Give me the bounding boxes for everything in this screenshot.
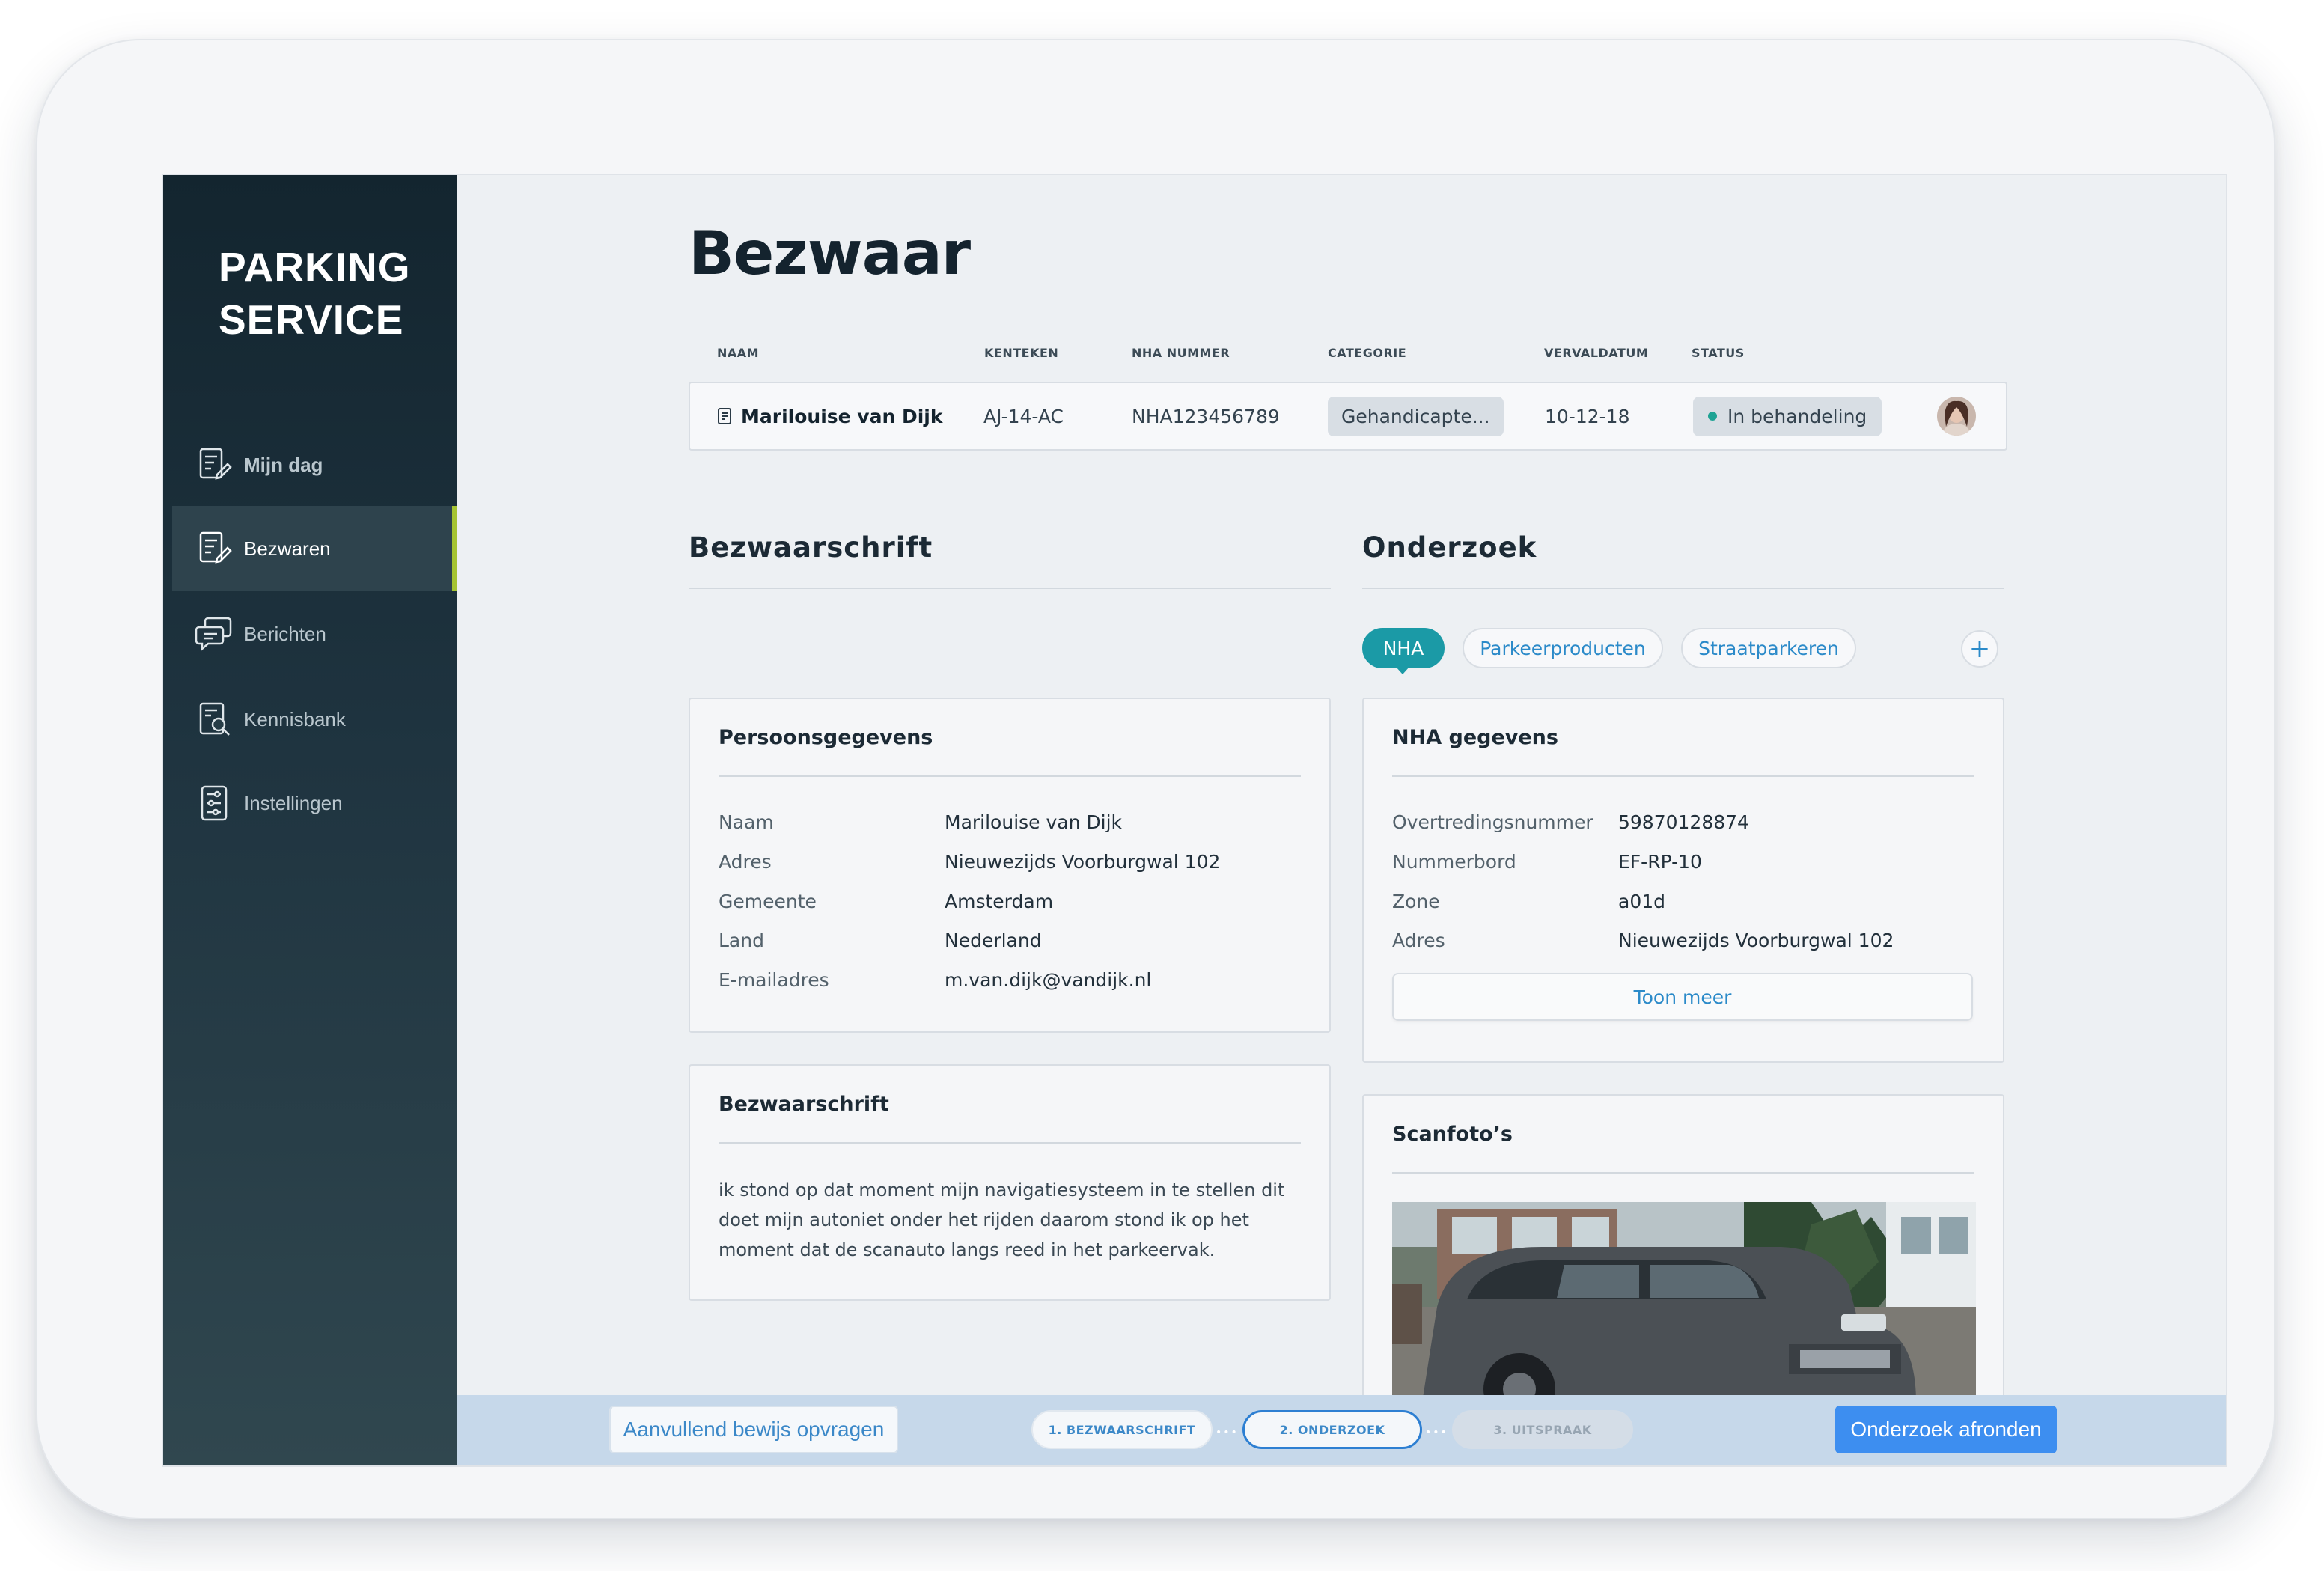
add-tab-button[interactable]: +: [1961, 630, 1998, 668]
brand-line-2: SERVICE: [219, 296, 404, 343]
step-connector: •••: [1425, 1427, 1448, 1439]
column-header-categorie: CATEGORIE: [1328, 346, 1407, 360]
bezwaarschrift-card: Bezwaarschrift ik stond op dat moment mi…: [689, 1064, 1331, 1301]
sliders-icon: [195, 783, 235, 823]
section-title-onderzoek: Onderzoek: [1362, 531, 1537, 564]
sidebar-item-label: Bezwaren: [244, 537, 331, 560]
document-icon: [717, 407, 732, 425]
avatar[interactable]: [1937, 397, 1976, 436]
field-value: 59870128874: [1618, 811, 1749, 833]
aanvullend-bewijs-button[interactable]: Aanvullend bewijs opvragen: [609, 1406, 898, 1453]
sidebar-item-instellingen[interactable]: Instellingen: [172, 760, 457, 846]
status-dot-icon: [1708, 412, 1717, 421]
toon-meer-button[interactable]: Toon meer: [1392, 973, 1973, 1021]
row-nha-nummer: NHA123456789: [1132, 405, 1280, 427]
card-divider: [1392, 775, 1974, 777]
bezwaarschrift-text: ik stond op dat moment mijn navigatiesys…: [719, 1180, 1285, 1260]
card-divider: [719, 1142, 1301, 1144]
tab-nha[interactable]: NHA: [1362, 628, 1445, 668]
row-kenteken: AJ-14-AC: [983, 405, 1064, 427]
section-divider: [1362, 588, 2004, 589]
column-header-vervaldatum: VERVALDATUM: [1544, 346, 1649, 360]
sidebar-item-label: Mijn dag: [244, 453, 323, 476]
tablet-frame: PARKING SERVICE Mijn dag Bezwaren Berich…: [36, 39, 2275, 1519]
sidebar-item-berichten[interactable]: Berichten: [172, 591, 457, 677]
field-value: Amsterdam: [945, 891, 1054, 912]
card-divider: [1392, 1172, 1974, 1174]
main-content: Bezwaar NAAM KENTEKEN NHA NUMMER CATEGOR…: [457, 175, 2226, 1465]
field-label: Naam: [719, 811, 774, 833]
field-label: E-mailadres: [719, 969, 829, 991]
status-label: In behandeling: [1727, 405, 1867, 427]
sidebar-item-mijn-dag[interactable]: Mijn dag: [172, 422, 457, 507]
bottom-action-bar: Aanvullend bewijs opvragen 1. BEZWAARSCH…: [457, 1395, 2226, 1465]
field-label: Adres: [1392, 930, 1445, 951]
section-divider: [689, 588, 1331, 589]
chat-icon: [195, 614, 235, 654]
document-edit-icon: [195, 528, 235, 569]
card-title: Scanfoto’s: [1392, 1123, 1513, 1146]
field-label: Overtredingsnummer: [1392, 811, 1593, 833]
tab-straatparkeren[interactable]: Straatparkeren: [1681, 628, 1856, 668]
document-edit-icon: [195, 445, 235, 485]
field-value: a01d: [1618, 891, 1666, 912]
document-search-icon: [195, 699, 235, 739]
column-header-naam: NAAM: [717, 346, 760, 360]
field-value: Nederland: [945, 930, 1042, 951]
column-header-status: STATUS: [1692, 346, 1745, 360]
page-title: Bezwaar: [689, 219, 971, 288]
field-label: Land: [719, 930, 764, 951]
section-title-bezwaarschrift: Bezwaarschrift: [689, 531, 933, 564]
field-label: Gemeente: [719, 891, 817, 912]
field-label: Adres: [719, 851, 772, 873]
sidebar-item-label: Instellingen: [244, 791, 343, 814]
app-screen: PARKING SERVICE Mijn dag Bezwaren Berich…: [162, 174, 2227, 1467]
step-connector: •••: [1216, 1427, 1239, 1439]
card-divider: [719, 775, 1301, 777]
step-bezwaarschrift[interactable]: 1. BEZWAARSCHRIFT: [1031, 1410, 1213, 1449]
field-value: Nieuwezijds Voorburgwal 102: [1618, 930, 1894, 951]
sidebar: PARKING SERVICE Mijn dag Bezwaren Berich…: [163, 175, 457, 1465]
persoonsgegevens-card: Persoonsgegevens Naam Marilouise van Dij…: [689, 698, 1331, 1033]
nha-gegevens-card: NHA gegevens Overtredingsnummer 59870128…: [1362, 698, 2004, 1063]
sidebar-item-kennisbank[interactable]: Kennisbank: [172, 677, 457, 762]
row-naam: Marilouise van Dijk: [741, 405, 943, 427]
active-tab-pointer: [1396, 667, 1409, 674]
brand-line-1: PARKING: [219, 244, 411, 290]
scanfotos-card: Scanfoto’s: [1362, 1094, 2004, 1439]
field-value: Nieuwezijds Voorburgwal 102: [945, 851, 1221, 873]
card-title: NHA gegevens: [1392, 726, 1558, 749]
table-row[interactable]: Marilouise van Dijk AJ-14-AC NHA12345678…: [689, 382, 2007, 451]
category-badge: Gehandicapte...: [1328, 396, 1504, 436]
field-value: EF-RP-10: [1618, 851, 1702, 873]
scan-photo[interactable]: [1392, 1202, 1976, 1403]
status-badge: In behandeling: [1693, 396, 1882, 436]
field-label: Nummerbord: [1392, 851, 1516, 873]
card-title: Persoonsgegevens: [719, 726, 933, 749]
field-label: Zone: [1392, 891, 1440, 912]
step-onderzoek[interactable]: 2. ONDERZOEK: [1242, 1410, 1422, 1449]
tab-parkeerproducten[interactable]: Parkeerproducten: [1463, 628, 1663, 668]
sidebar-item-bezwaren[interactable]: Bezwaren: [172, 506, 457, 591]
step-uitspraak[interactable]: 3. UITSPRAAK: [1452, 1410, 1633, 1449]
brand-logo: PARKING SERVICE: [219, 241, 411, 346]
column-header-kenteken: KENTEKEN: [984, 346, 1059, 360]
sidebar-item-label: Berichten: [244, 622, 326, 645]
row-vervaldatum: 10-12-18: [1545, 405, 1630, 427]
field-value: m.van.dijk@vandijk.nl: [945, 969, 1152, 991]
onderzoek-afronden-button[interactable]: Onderzoek afronden: [1835, 1406, 2057, 1453]
sidebar-item-label: Kennisbank: [244, 707, 346, 730]
card-title: Bezwaarschrift: [719, 1093, 889, 1116]
column-header-nha-nummer: NHA NUMMER: [1132, 346, 1230, 360]
field-value: Marilouise van Dijk: [945, 811, 1123, 833]
